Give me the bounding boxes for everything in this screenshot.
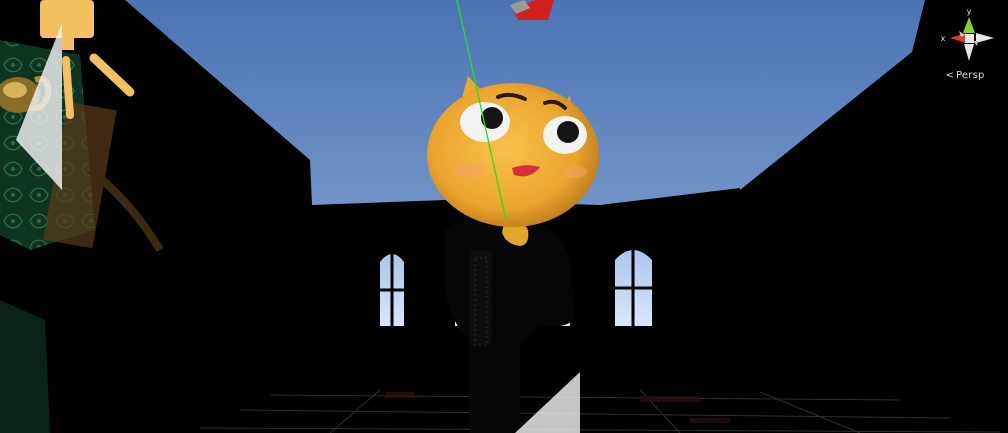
scene-render[interactable]	[0, 0, 1008, 433]
y-axis-label: y	[967, 7, 972, 16]
center-cube[interactable]	[965, 34, 974, 43]
scene-viewport[interactable]: y x < Persp	[0, 0, 1008, 433]
x-axis-label: x	[941, 34, 946, 43]
y-axis-cone[interactable]	[963, 17, 975, 33]
axis-cube-icon[interactable]: y x	[930, 6, 1000, 68]
wallpaper-panel-lower	[0, 300, 50, 433]
projection-label: Persp	[956, 70, 985, 81]
orientation-gizmo[interactable]: y x < Persp	[930, 6, 1000, 86]
neg-x-axis-cone[interactable]	[976, 33, 994, 43]
neg-y-axis-cone[interactable]	[964, 44, 974, 61]
perspective-icon: <	[945, 70, 955, 81]
camera-gizmo-icon[interactable]	[510, 0, 554, 20]
projection-toggle[interactable]: < Persp	[930, 70, 1000, 81]
